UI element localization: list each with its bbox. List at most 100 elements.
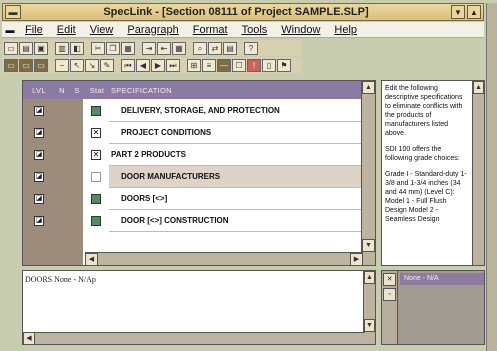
menu-window[interactable]: Window xyxy=(281,24,320,36)
header-specification[interactable]: SPECIFICATION xyxy=(109,86,172,95)
menu-view[interactable]: View xyxy=(90,24,114,36)
level-cell[interactable]: ◪ xyxy=(23,188,55,210)
notes-text[interactable]: DOORS None - N/Ap xyxy=(25,275,96,284)
header-s[interactable]: S xyxy=(69,86,85,95)
grid-vertical-scrollbar[interactable]: ▲ ▼ xyxy=(361,81,375,265)
table-row[interactable]: ◪ DOOR MANUFACTURERS xyxy=(23,166,363,188)
notes-scroll-down-icon[interactable]: ▼ xyxy=(364,319,375,332)
notes-scroll-up-icon[interactable]: ▲ xyxy=(364,271,375,284)
title-bar[interactable]: ▬ SpecLink - [Section 08111 of Project S… xyxy=(2,3,484,21)
link-icon[interactable]: — xyxy=(217,58,231,72)
section-cell[interactable] xyxy=(69,122,83,144)
menu-edit[interactable]: Edit xyxy=(57,24,76,36)
view-icon-2[interactable]: ▭ xyxy=(19,58,33,72)
last-icon[interactable]: ⏭ xyxy=(166,58,180,72)
paste-icon[interactable]: ▦ xyxy=(121,41,135,55)
prev-icon[interactable]: ◀ xyxy=(136,58,150,72)
help-scrollbar[interactable]: ▲ xyxy=(472,81,484,265)
note-cell[interactable] xyxy=(55,144,69,166)
level-cell[interactable]: ◪ xyxy=(23,210,55,232)
options-box-icon[interactable]: ▫ xyxy=(383,288,396,301)
collapse-icon[interactable]: − xyxy=(55,58,69,72)
note-cell[interactable] xyxy=(55,210,69,232)
view-icon-3[interactable]: ▭ xyxy=(34,58,48,72)
table-row[interactable]: ◪ ✕ PROJECT CONDITIONS xyxy=(23,122,363,144)
view-icon-1[interactable]: ▭ xyxy=(4,58,18,72)
section-cell[interactable] xyxy=(69,188,83,210)
status-cell[interactable] xyxy=(85,166,107,188)
open-file-icon[interactable]: ▤ xyxy=(19,41,33,55)
table-row[interactable]: ◪ DOOR [<>] CONSTRUCTION xyxy=(23,210,363,232)
cut-icon[interactable]: ✂ xyxy=(91,41,105,55)
tag-icon[interactable]: ▯ xyxy=(262,58,276,72)
specification-text[interactable]: PROJECT CONDITIONS xyxy=(109,122,363,144)
level-cell[interactable]: ◪ xyxy=(23,122,55,144)
specification-text[interactable]: DOOR [<>] CONSTRUCTION xyxy=(109,210,363,232)
table-row[interactable]: ◪ DELIVERY, STORAGE, AND PROTECTION xyxy=(23,100,363,122)
status-cell[interactable] xyxy=(85,210,107,232)
status-excluded-icon[interactable]: ✕ xyxy=(91,150,101,160)
level-icon[interactable]: ≡ xyxy=(202,58,216,72)
menu-tools[interactable]: Tools xyxy=(242,24,268,36)
indent-icon[interactable]: ⇥ xyxy=(142,41,156,55)
header-n[interactable]: N xyxy=(55,86,69,95)
table-row[interactable]: ◪ ✕ PART 2 PRODUCTS xyxy=(23,144,363,166)
grid-horizontal-scrollbar[interactable]: ◀ ▶ xyxy=(85,252,363,266)
doc-system-menu-icon[interactable]: ▬ xyxy=(2,25,18,35)
preview-icon[interactable]: ◧ xyxy=(70,41,84,55)
status-excluded-icon[interactable]: ✕ xyxy=(91,128,101,138)
section-cell[interactable] xyxy=(69,166,83,188)
bookmark-icon[interactable]: ⚑ xyxy=(277,58,291,72)
level-cell[interactable]: ◪ xyxy=(23,166,55,188)
status-selected-icon[interactable] xyxy=(91,194,101,204)
note-icon[interactable]: ☐ xyxy=(232,58,246,72)
save-icon[interactable]: ▣ xyxy=(34,41,48,55)
status-cell[interactable] xyxy=(85,188,107,210)
note-cell[interactable] xyxy=(55,166,69,188)
maximize-button[interactable]: ▲ xyxy=(467,5,481,19)
print-icon[interactable]: ▥ xyxy=(55,41,69,55)
status-cell[interactable]: ✕ xyxy=(85,144,107,166)
menu-help[interactable]: Help xyxy=(334,24,357,36)
section-cell[interactable] xyxy=(69,100,83,122)
specification-text[interactable]: DOOR MANUFACTURERS xyxy=(109,166,363,188)
note-cell[interactable] xyxy=(55,100,69,122)
replace-icon[interactable]: ⇄ xyxy=(208,41,222,55)
specification-text[interactable]: PART 2 PRODUCTS xyxy=(109,144,363,166)
help-scroll-up-icon[interactable]: ▲ xyxy=(473,81,484,94)
scroll-right-icon[interactable]: ▶ xyxy=(350,253,363,266)
scroll-left-icon[interactable]: ◀ xyxy=(85,253,98,266)
outdent-icon[interactable]: ⇤ xyxy=(157,41,171,55)
header-lvl[interactable]: LVL xyxy=(23,86,55,95)
note-cell[interactable] xyxy=(55,188,69,210)
outer-scrollbar[interactable] xyxy=(486,3,497,351)
menu-file[interactable]: File xyxy=(25,24,43,36)
pointer-icon[interactable]: ↘ xyxy=(85,58,99,72)
level-cell[interactable]: ◪ xyxy=(23,100,55,122)
next-icon[interactable]: ▶ xyxy=(151,58,165,72)
note-cell[interactable] xyxy=(55,122,69,144)
level-cell[interactable]: ◪ xyxy=(23,144,55,166)
section-cell[interactable] xyxy=(69,210,83,232)
table-icon[interactable]: ▦ xyxy=(172,41,186,55)
header-stat[interactable]: Stat xyxy=(85,86,109,95)
status-cell[interactable] xyxy=(85,100,107,122)
copy-icon[interactable]: ❐ xyxy=(106,41,120,55)
new-file-icon[interactable]: ▭ xyxy=(4,41,18,55)
status-cell[interactable]: ✕ xyxy=(85,122,107,144)
tool-icon[interactable]: ✎ xyxy=(100,58,114,72)
expand-icon[interactable]: ⊞ xyxy=(187,58,201,72)
minimize-button[interactable]: ▼ xyxy=(451,5,465,19)
table-row[interactable]: ◪ DOORS [<>] xyxy=(23,188,363,210)
status-selected-icon[interactable] xyxy=(91,106,101,116)
find-icon[interactable]: ⌕ xyxy=(193,41,207,55)
system-menu-icon[interactable]: ▬ xyxy=(5,5,21,19)
options-x-icon[interactable]: ✕ xyxy=(383,273,396,286)
menu-paragraph[interactable]: Paragraph xyxy=(127,24,178,36)
scroll-up-icon[interactable]: ▲ xyxy=(362,81,375,94)
flag-icon[interactable]: ! xyxy=(247,58,261,72)
first-icon[interactable]: ⏮ xyxy=(121,58,135,72)
notes-editor[interactable]: DOORS None - N/Ap ▲ ▼ ◀ xyxy=(22,270,376,345)
menu-format[interactable]: Format xyxy=(193,24,228,36)
notes-scroll-left-icon[interactable]: ◀ xyxy=(23,332,35,345)
